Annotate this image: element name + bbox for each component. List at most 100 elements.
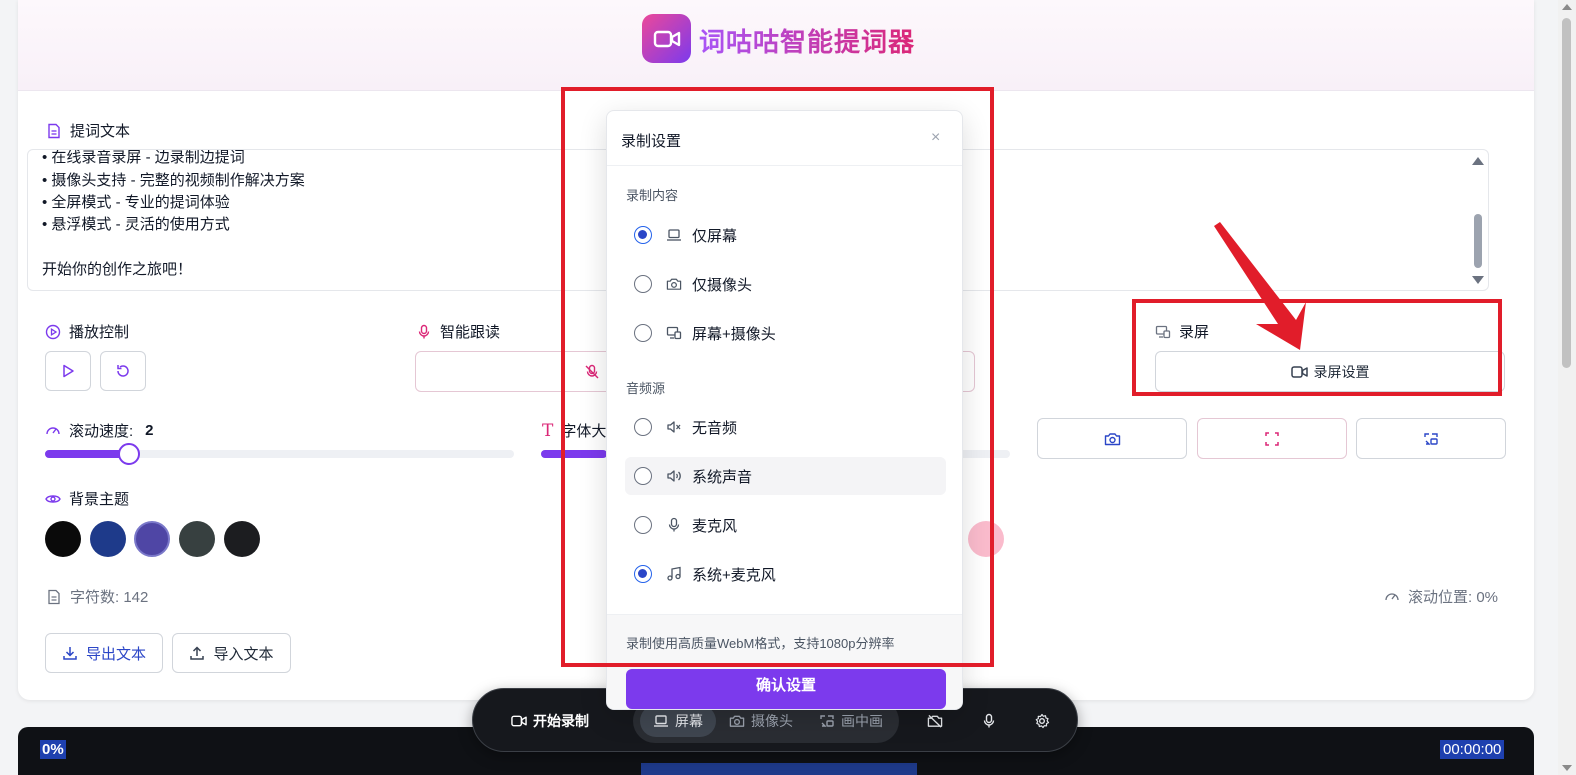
- option-label: 屏幕+摄像头: [692, 325, 776, 343]
- speed-slider-knob[interactable]: [118, 443, 140, 465]
- page-scroll-down[interactable]: [1562, 765, 1572, 771]
- dialog-divider: [607, 165, 962, 166]
- camera-off-icon: [927, 714, 943, 728]
- dialog-note: 录制使用高质量WebM格式，支持1080p分辨率: [626, 636, 895, 651]
- radio-unchecked[interactable]: [634, 275, 652, 293]
- speed-slider-fill: [45, 450, 129, 458]
- radio-unchecked[interactable]: [634, 516, 652, 534]
- preview-percent: 0%: [40, 740, 66, 759]
- record-settings-button[interactable]: 录屏设置: [1155, 351, 1505, 392]
- fullscreen-icon: [1265, 431, 1279, 446]
- prompt-label-text: 提词文本: [70, 123, 131, 140]
- theme-swatch-navy[interactable]: [90, 521, 126, 557]
- document-icon: [48, 589, 60, 604]
- option-label: 无音频: [692, 419, 738, 437]
- theme-swatch-pink[interactable]: [968, 521, 1004, 557]
- settings-button[interactable]: [1034, 703, 1050, 739]
- audio-option-mic[interactable]: 麦克风: [625, 506, 946, 544]
- confirm-settings-button[interactable]: 确认设置: [626, 669, 946, 709]
- camera-icon: [1104, 432, 1120, 445]
- camera-icon: [729, 715, 745, 727]
- scroll-up-arrow[interactable]: [1472, 157, 1484, 165]
- app-logo: [642, 14, 691, 63]
- camera-icon: [666, 278, 682, 290]
- mic-icon: [668, 517, 680, 532]
- app-title: 词咕咕智能提词器: [699, 22, 915, 59]
- radio-unchecked[interactable]: [634, 324, 652, 342]
- play-button[interactable]: [45, 351, 91, 391]
- volume-icon: [667, 470, 681, 482]
- record-settings-label: 录屏设置: [1313, 363, 1370, 380]
- page-scrollbar[interactable]: [1558, 0, 1576, 775]
- play-circle-icon: [45, 324, 61, 339]
- mic-off-icon: [585, 364, 599, 379]
- content-option-screen[interactable]: 仅屏幕: [625, 216, 946, 254]
- screen-record-icon: [1155, 325, 1171, 338]
- upload-icon: [190, 646, 205, 660]
- volume-mute-icon: [667, 421, 681, 433]
- start-record-button[interactable]: 开始录制: [511, 703, 589, 739]
- prompt-line: • 摄像头支持 - 完整的视频制作解决方案: [42, 172, 305, 189]
- scroll-thumb[interactable]: [1474, 214, 1482, 268]
- picture-in-picture-icon: [820, 715, 834, 727]
- option-label: 仅屏幕: [692, 227, 738, 245]
- prompt-line: • 在线录音录屏 - 边录制边提词: [42, 149, 245, 166]
- source-camera-label: 摄像头: [751, 713, 793, 729]
- close-icon[interactable]: ×: [931, 129, 940, 147]
- textarea-scrollbar[interactable]: [1470, 152, 1486, 290]
- content-group-label: 录制内容: [626, 188, 679, 203]
- music-icon: [667, 566, 681, 581]
- app-header: 词咕咕智能提词器: [18, 0, 1534, 91]
- video-icon: [1290, 365, 1308, 378]
- import-text-button[interactable]: 导入文本: [172, 633, 291, 673]
- annotation-arrow-icon: [1214, 222, 1306, 350]
- theme-swatch-indigo[interactable]: [134, 521, 170, 557]
- theme-label-text: 背景主题: [69, 491, 130, 508]
- speed-label-text: 滚动速度:: [69, 423, 134, 440]
- gear-icon: [1035, 713, 1050, 729]
- radio-unchecked[interactable]: [634, 467, 652, 485]
- document-icon: [48, 123, 60, 138]
- scroll-down-arrow[interactable]: [1472, 276, 1484, 284]
- export-text-label: 导出文本: [85, 645, 146, 663]
- radio-unchecked[interactable]: [634, 418, 652, 436]
- font-size-icon: T: [542, 420, 554, 441]
- play-icon: [63, 364, 74, 378]
- option-label: 系统声音: [692, 468, 753, 486]
- radio-checked[interactable]: [634, 226, 652, 244]
- source-pip-label: 画中画: [841, 713, 883, 729]
- reset-button[interactable]: [100, 351, 146, 391]
- content-option-camera[interactable]: 仅摄像头: [625, 265, 946, 303]
- audio-group-label: 音频源: [626, 381, 666, 396]
- content-option-screen-camera[interactable]: 屏幕+摄像头: [625, 314, 946, 352]
- audio-option-system[interactable]: 系统声音: [625, 457, 946, 495]
- scroll-position: 滚动位置: 0%: [1384, 586, 1498, 607]
- theme-swatch-slate[interactable]: [179, 521, 215, 557]
- gauge-icon: [46, 426, 60, 434]
- prompt-label: 提词文本: [46, 120, 130, 141]
- preview-strip: [641, 763, 917, 775]
- option-label: 系统+麦克风: [692, 566, 776, 584]
- camera-button[interactable]: [1037, 418, 1187, 459]
- laptop-icon: [667, 229, 681, 241]
- fullscreen-button[interactable]: [1197, 418, 1347, 459]
- page-scroll-thumb[interactable]: [1562, 18, 1571, 368]
- prompt-line: • 全屏模式 - 专业的提词体验: [42, 194, 230, 211]
- audio-option-system-mic[interactable]: 系统+麦克风: [625, 555, 946, 593]
- option-label: 麦克风: [692, 517, 738, 535]
- picture-in-picture-icon: [1424, 432, 1438, 445]
- gauge-icon: [1385, 592, 1399, 600]
- radio-checked[interactable]: [634, 565, 652, 583]
- export-text-button[interactable]: 导出文本: [45, 633, 163, 673]
- laptop-icon: [654, 715, 668, 727]
- start-record-label: 开始录制: [533, 713, 589, 729]
- microphone-button[interactable]: [981, 703, 997, 739]
- theme-swatch-charcoal[interactable]: [224, 521, 260, 557]
- font-size-label: T 字体大: [542, 420, 606, 441]
- video-camera-icon: [653, 30, 680, 47]
- audio-option-none[interactable]: 无音频: [625, 408, 946, 446]
- page-scroll-up[interactable]: [1562, 4, 1572, 10]
- option-label: 仅摄像头: [692, 276, 753, 294]
- theme-swatch-black[interactable]: [45, 521, 81, 557]
- float-mode-button[interactable]: [1356, 418, 1506, 459]
